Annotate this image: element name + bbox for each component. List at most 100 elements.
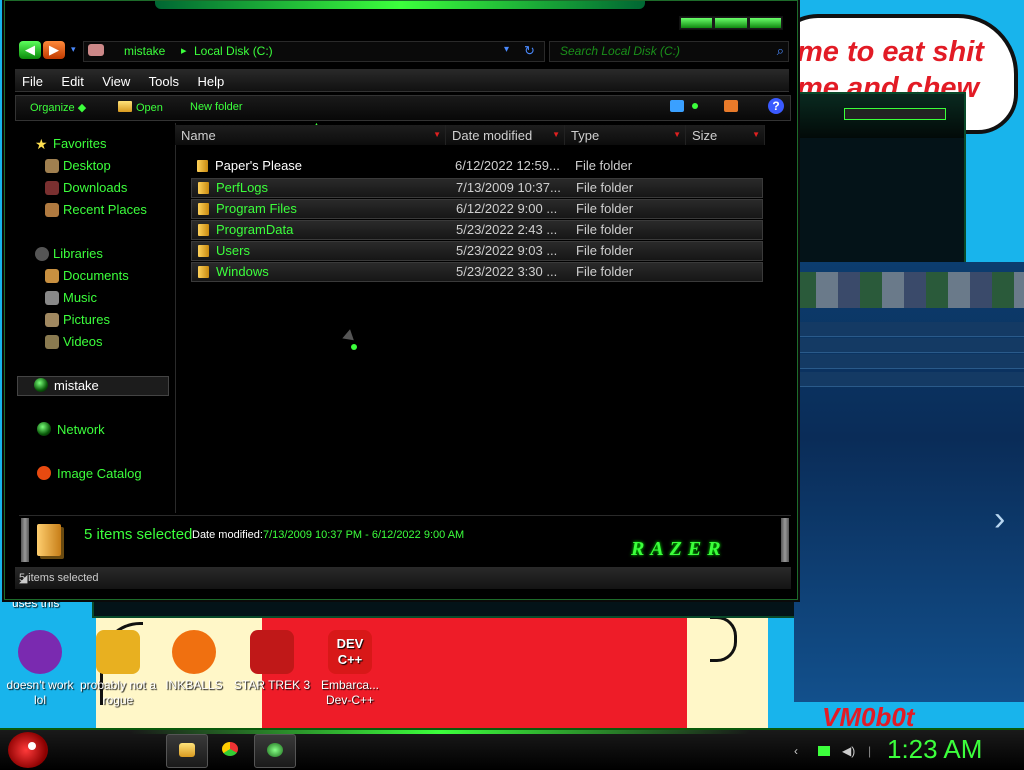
documents-icon [45, 269, 59, 283]
details-pane: 5 items selected Date modified: 7/13/200… [19, 515, 791, 564]
sidebar-item-pictures[interactable]: Pictures [63, 312, 110, 327]
media-next-arrow-icon[interactable]: › [994, 500, 1005, 539]
pane-divider[interactable] [175, 123, 176, 513]
file-name: Windows [216, 264, 269, 279]
sidebar-item-favorites[interactable]: Favorites [53, 136, 106, 151]
refresh-icon[interactable]: ↻ [524, 43, 535, 59]
explorer-window[interactable]: ◀ ▶ ▾ mistake ▸ Local Disk (C:) ▾ ↻ Sear… [4, 0, 798, 600]
column-dropdown-icon[interactable]: ▼ [552, 130, 560, 139]
view-options-icon[interactable] [692, 103, 698, 109]
devcpp-icon: DEV C++ [328, 630, 372, 674]
window-controls[interactable] [679, 16, 783, 30]
taskbar-chrome-button[interactable] [210, 734, 250, 766]
change-view-icon[interactable] [670, 100, 684, 112]
yahoo-messenger-icon [18, 630, 62, 674]
media-row[interactable] [794, 372, 1024, 387]
details-pane-left-edge [21, 518, 29, 562]
menu-help[interactable]: Help [190, 69, 231, 89]
resize-grip-icon[interactable]: ◢ [19, 572, 789, 587]
file-row[interactable]: Windows 5/23/2022 3:30 ... File folder [191, 262, 763, 282]
sidebar-item-downloads[interactable]: Downloads [63, 180, 127, 195]
file-row[interactable]: Users 5/23/2022 9:03 ... File folder [191, 241, 763, 261]
file-date: 5/23/2022 3:30 ... [456, 264, 558, 279]
file-row[interactable]: Program Files 6/12/2022 9:00 ... File fold… [191, 199, 763, 219]
organize-label: Organize [30, 102, 75, 114]
column-dropdown-icon[interactable]: ▼ [752, 130, 760, 139]
menu-file[interactable]: File [15, 69, 50, 89]
music-icon [45, 291, 59, 305]
sidebar-item-videos[interactable]: Videos [63, 334, 103, 349]
menu-view[interactable]: View [95, 69, 137, 89]
column-header-type[interactable]: Type ▼ [565, 125, 686, 145]
address-bar[interactable]: mistake ▸ Local Disk (C:) ▾ ↻ [83, 41, 545, 62]
desktop-shortcut[interactable]: INKBALLS [154, 630, 234, 693]
close-button[interactable] [749, 18, 781, 28]
open-label: Open [136, 102, 163, 114]
history-dropdown-icon[interactable]: ▾ [71, 44, 76, 55]
razer-logo: RAZER [631, 538, 727, 560]
desktop-shortcut[interactable]: STAR TREK 3 [232, 630, 312, 693]
file-row[interactable]: ProgramData 5/23/2022 2:43 ... File folder [191, 220, 763, 240]
search-input[interactable]: Search Local Disk (C:) ⌕ [549, 41, 789, 62]
explorer-folder-icon [179, 743, 195, 757]
folder-icon [197, 160, 208, 172]
volume-icon[interactable]: ◀) [842, 744, 855, 758]
sidebar-item-music[interactable]: Music [63, 290, 97, 305]
breadcrumb-separator-icon[interactable]: ▸ [181, 44, 187, 57]
file-row[interactable]: PerfLogs 7/13/2009 10:37... File folder [191, 178, 763, 198]
menu-tools[interactable]: Tools [142, 69, 186, 89]
sidebar-item-network[interactable]: Network [57, 422, 105, 437]
media-thumbnail-strip[interactable] [794, 272, 1024, 308]
column-header-size[interactable]: Size ▼ [686, 125, 765, 145]
search-icon[interactable]: ⌕ [777, 43, 784, 59]
forward-button[interactable]: ▶ [43, 41, 65, 59]
column-dropdown-icon[interactable]: ▼ [433, 130, 441, 139]
sidebar-item-libraries[interactable]: Libraries [53, 246, 103, 261]
media-row[interactable] [794, 322, 1024, 337]
desktop-shortcut-label: doesn't work lol [6, 678, 74, 707]
tray-expand-icon[interactable]: ‹ [794, 744, 798, 758]
breadcrumb-local-disk[interactable]: Local Disk (C:) [194, 44, 273, 58]
media-center-panel[interactable]: guid › [794, 262, 1024, 702]
folder-icon [118, 101, 132, 112]
help-button[interactable]: ? [768, 98, 784, 114]
folder-icon [198, 245, 209, 257]
column-header-name[interactable]: Name ▼ [175, 125, 446, 145]
desktop-shortcut[interactable]: probably not a rogue [78, 630, 158, 708]
breadcrumb-mistake[interactable]: mistake [124, 44, 165, 58]
sidebar-item-documents[interactable]: Documents [63, 268, 129, 283]
start-button[interactable] [8, 732, 48, 768]
file-name: PerfLogs [216, 180, 269, 195]
taskbar-explorer-button[interactable] [166, 734, 208, 768]
maximize-button[interactable] [715, 18, 747, 28]
open-button[interactable]: Open [118, 101, 163, 114]
file-date: 7/13/2009 10:37... [456, 180, 561, 195]
sidebar-item-image-catalog[interactable]: Image Catalog [57, 466, 142, 481]
preview-pane-icon[interactable] [724, 100, 738, 112]
mouse-cursor-dot [351, 344, 357, 350]
details-selection-count: 5 items selected [84, 526, 193, 543]
back-button[interactable]: ◀ [19, 41, 41, 59]
organize-button[interactable]: Organize ◆ [30, 101, 86, 114]
background-window-controls[interactable] [844, 108, 946, 120]
media-row[interactable] [794, 338, 1024, 353]
network-status-icon[interactable] [818, 746, 830, 756]
new-folder-button[interactable]: New folder [190, 101, 243, 113]
file-row[interactable]: Paper's Please 6/12/2022 12:59... File fol… [191, 157, 761, 175]
column-dropdown-icon[interactable]: ▼ [673, 130, 681, 139]
recent-places-icon [45, 203, 59, 217]
column-header-date[interactable]: Date modified ▼ [446, 125, 565, 145]
address-dropdown-icon[interactable]: ▾ [504, 44, 509, 55]
pictures-icon [45, 313, 59, 327]
sidebar-item-desktop[interactable]: Desktop [63, 158, 111, 173]
menu-edit[interactable]: Edit [54, 69, 90, 89]
desktop-shortcut[interactable]: DEV C++ Embarca... Dev-C++ [310, 630, 390, 708]
taskbar-clock[interactable]: 1:23 AM [887, 734, 982, 765]
sidebar-item-homegroup[interactable]: mistake [17, 376, 169, 396]
taskbar-media-center-button[interactable] [254, 734, 296, 768]
minimize-button[interactable] [681, 18, 713, 28]
media-row[interactable] [794, 354, 1024, 369]
desktop-shortcut[interactable]: doesn't work lol [0, 630, 80, 708]
sidebar-item-recent-places[interactable]: Recent Places [63, 202, 147, 217]
folder-icon [198, 182, 209, 194]
